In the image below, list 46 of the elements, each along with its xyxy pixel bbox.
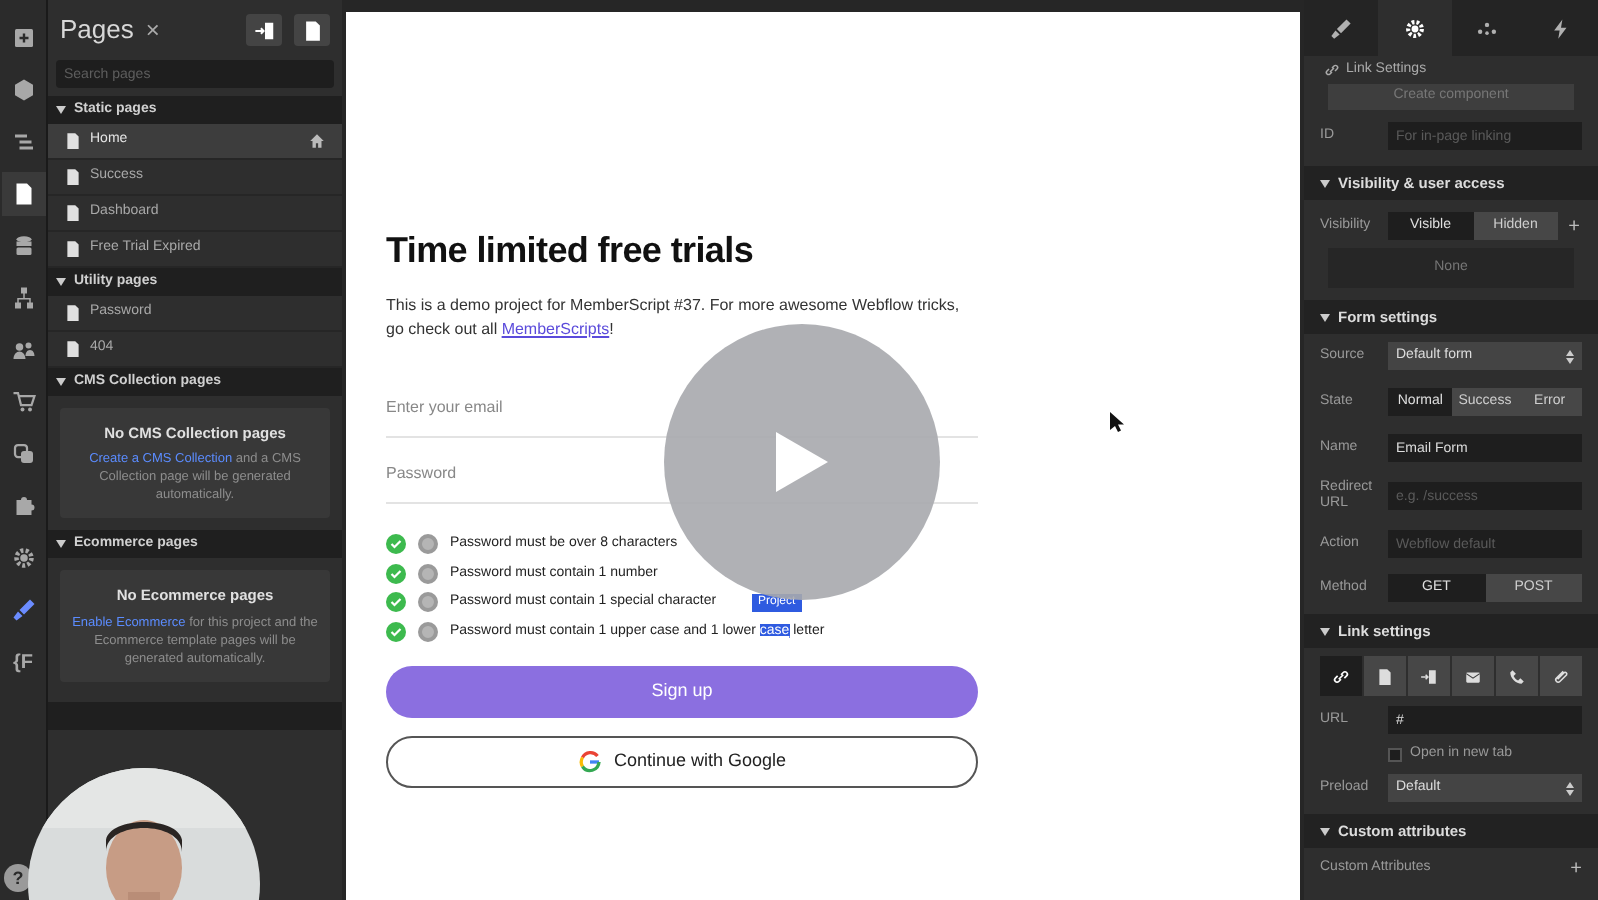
close-button[interactable]: × bbox=[145, 12, 160, 48]
caret-icon bbox=[56, 540, 66, 549]
page-heading: Time limited free trials bbox=[386, 228, 756, 274]
layers-icon[interactable] bbox=[11, 442, 35, 466]
page-icon[interactable] bbox=[11, 182, 35, 206]
google-button[interactable]: Continue with Google bbox=[386, 736, 978, 788]
add-button[interactable]: + bbox=[1566, 211, 1582, 241]
caret-icon bbox=[1320, 313, 1330, 321]
link-icon bbox=[1324, 62, 1340, 78]
puzzle-icon[interactable] bbox=[11, 494, 35, 518]
caret-icon bbox=[56, 378, 66, 386]
memberscripts-link[interactable]: MemberScripts bbox=[501, 320, 610, 338]
settings-icon[interactable] bbox=[11, 546, 35, 570]
checkbox[interactable] bbox=[1388, 748, 1402, 762]
cart-icon[interactable] bbox=[11, 390, 35, 414]
google-g-icon bbox=[577, 750, 602, 774]
users-icon[interactable] bbox=[11, 338, 35, 362]
caret-icon bbox=[1320, 827, 1330, 835]
font-panel-button[interactable]: {F bbox=[1, 640, 45, 684]
plus-icon[interactable] bbox=[11, 26, 35, 50]
add-button[interactable]: + bbox=[1570, 853, 1582, 883]
link-icon[interactable] bbox=[1332, 667, 1350, 685]
caret-icon bbox=[56, 106, 66, 114]
panel-title: Pages bbox=[60, 12, 134, 49]
help-button[interactable]: ? bbox=[4, 864, 32, 892]
caret-icon bbox=[1320, 179, 1330, 187]
cube-icon[interactable] bbox=[11, 78, 35, 102]
page-icon[interactable] bbox=[1376, 667, 1394, 685]
cursor-icon bbox=[1110, 412, 1124, 432]
caret-icon bbox=[56, 278, 66, 286]
brush-icon[interactable] bbox=[11, 598, 35, 622]
chevron-icon bbox=[1566, 349, 1574, 363]
sitemap-icon[interactable] bbox=[11, 286, 35, 310]
brush-icon[interactable] bbox=[1329, 17, 1352, 39]
envelope-icon[interactable] bbox=[1464, 667, 1482, 685]
navigator-icon[interactable] bbox=[11, 130, 35, 154]
arrow-page-icon[interactable] bbox=[1420, 667, 1438, 685]
new-page-icon[interactable] bbox=[301, 19, 323, 41]
sign-up-button[interactable]: Sign up bbox=[386, 666, 978, 718]
chevron-icon bbox=[1566, 781, 1574, 795]
paperclip-icon[interactable] bbox=[1552, 667, 1570, 685]
dots-icon[interactable] bbox=[1476, 17, 1499, 39]
play-icon bbox=[772, 428, 832, 496]
phone-icon[interactable] bbox=[1508, 667, 1526, 685]
caret-icon bbox=[1320, 627, 1330, 635]
database-icon[interactable] bbox=[11, 234, 35, 258]
